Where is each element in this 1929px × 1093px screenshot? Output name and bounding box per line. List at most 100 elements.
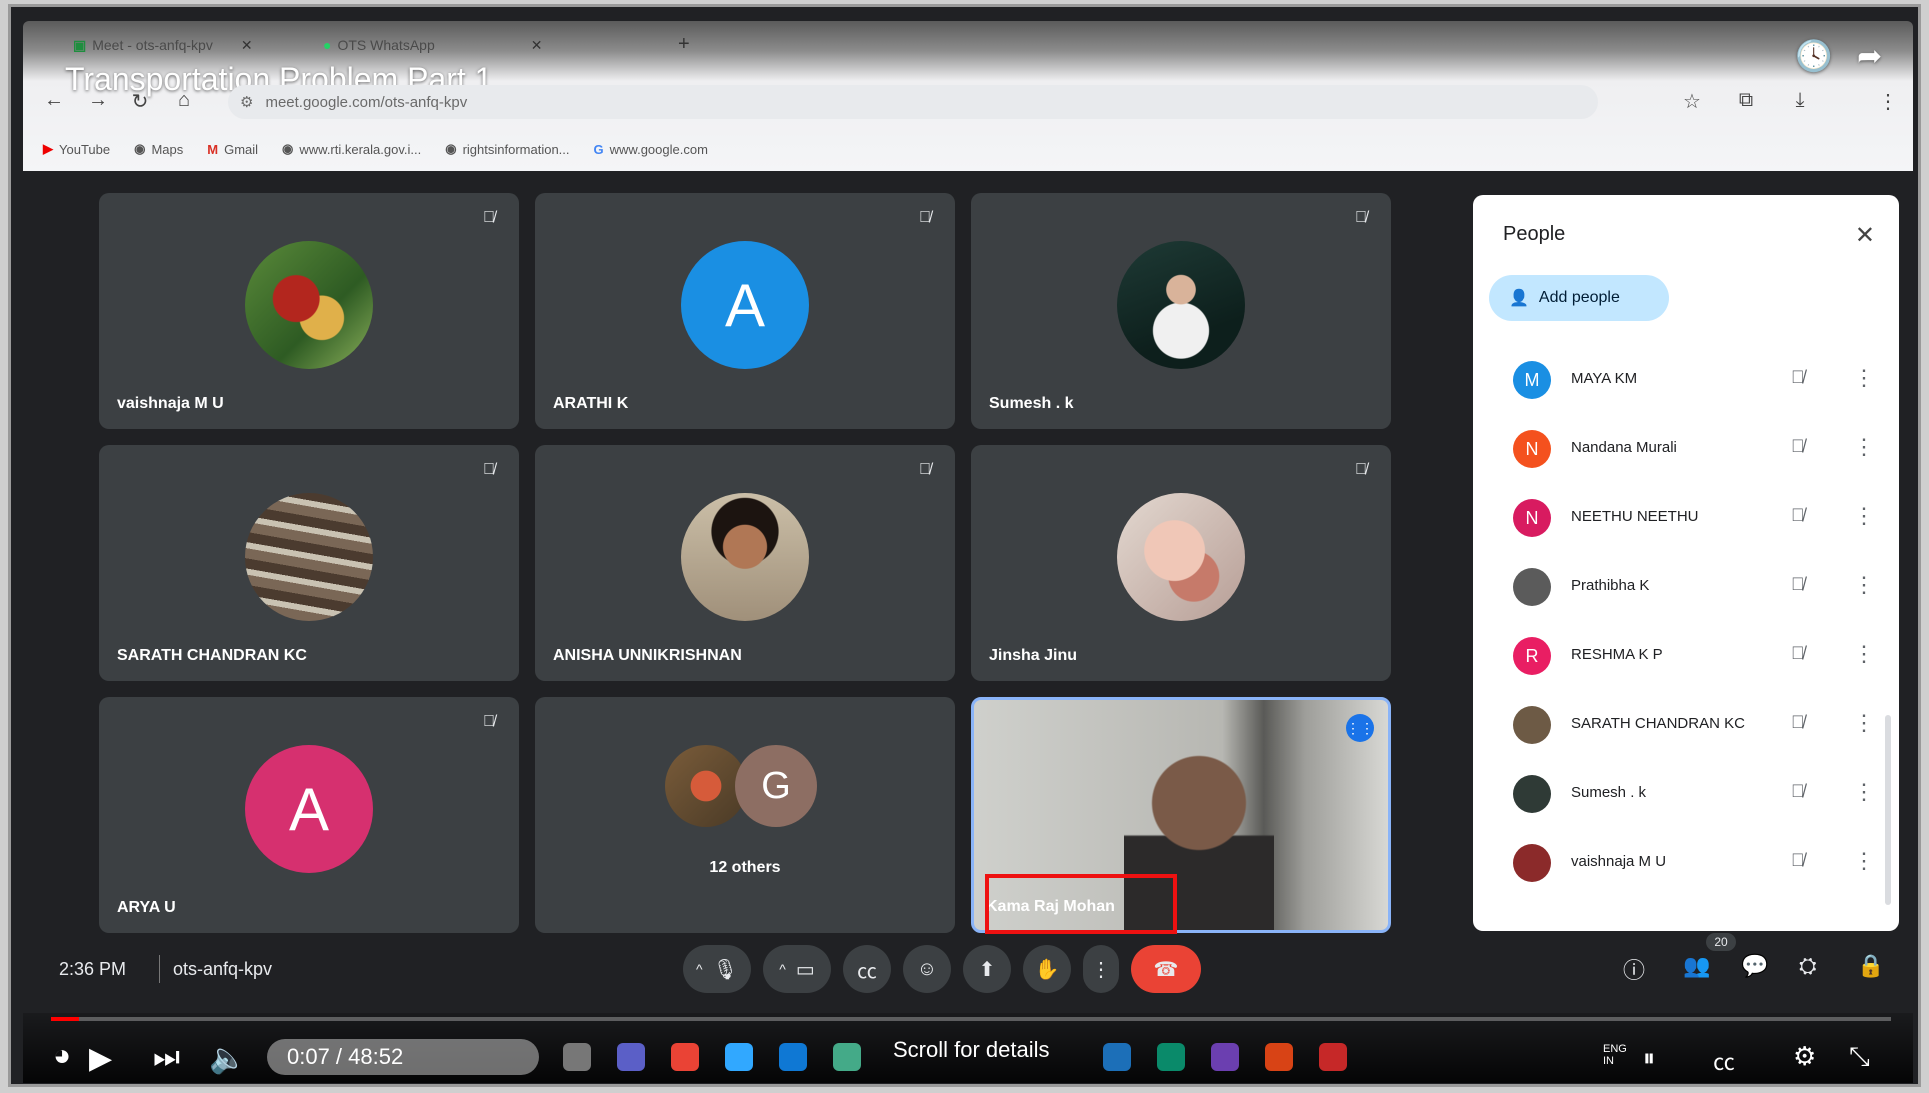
browser-menu-icon[interactable]: ⋮ xyxy=(1875,89,1901,114)
leave-call-button[interactable]: ☎ xyxy=(1131,945,1201,993)
participant-tile[interactable]: 🎙̸ vaishnaja M U xyxy=(99,193,519,429)
list-item[interactable]: N Nandana Murali 🎙̸ ⋮ xyxy=(1473,414,1899,483)
people-icon[interactable]: 👥 xyxy=(1683,953,1710,979)
participant-tile[interactable]: 🎙̸ SARATH CHANDRAN KC xyxy=(99,445,519,681)
info-icon[interactable]: ⓘ xyxy=(1623,953,1645,985)
progress-bar[interactable] xyxy=(51,1017,1891,1021)
list-item[interactable]: Prathibha K 🎙̸ ⋮ xyxy=(1473,552,1899,621)
participant-tile[interactable]: 🎙̸ ANISHA UNNIKRISHNAN xyxy=(535,445,955,681)
participant-tile[interactable]: 🎙̸ Jinsha Jinu xyxy=(971,445,1391,681)
taskbar-edge-icon[interactable] xyxy=(779,1043,807,1071)
taskbar-app-icon[interactable] xyxy=(617,1043,645,1071)
captions-button[interactable]: ㏄ xyxy=(843,945,891,993)
list-item[interactable]: SARATH CHANDRAN KC 🎙̸ ⋮ xyxy=(1473,690,1899,759)
taskbar-app-icon[interactable] xyxy=(833,1043,861,1071)
download-icon[interactable]: ⤓ xyxy=(1787,89,1813,112)
participant-tile[interactable]: 🎙̸ A ARYA U xyxy=(99,697,519,933)
autoplay-toggle-icon[interactable]: ⏸ xyxy=(1643,1045,1655,1073)
more-options-icon[interactable]: ⋮ xyxy=(1853,848,1875,874)
mic-off-icon: 🎙̸ xyxy=(1791,850,1805,870)
others-count: 12 others xyxy=(709,859,781,876)
others-tile[interactable]: G 12 others xyxy=(535,697,955,933)
volume-icon[interactable]: 🔈 xyxy=(209,1041,246,1076)
add-person-icon: 👤 xyxy=(1509,290,1529,307)
bookmark-google[interactable]: Gwww.google.com xyxy=(594,137,708,161)
chevron-up-icon: ^ xyxy=(779,961,786,977)
home-icon[interactable]: ⌂ xyxy=(171,89,197,112)
taskbar-app-icon[interactable] xyxy=(1157,1043,1185,1071)
avatar: G xyxy=(735,745,817,827)
list-item[interactable]: R RESHMA K P 🎙̸ ⋮ xyxy=(1473,621,1899,690)
bookmark-star-icon[interactable]: ☆ xyxy=(1679,89,1705,114)
bookmark-rti[interactable]: ◉ www.rti.kerala.gov.i... xyxy=(282,137,421,161)
taskbar-app-icon[interactable] xyxy=(1265,1043,1293,1071)
mic-off-icon: 🎙̸ xyxy=(1355,461,1367,478)
taskbar-app-icon[interactable] xyxy=(1103,1043,1131,1071)
bookmark-youtube[interactable]: ▶ YouTube xyxy=(43,137,110,161)
exit-fullscreen-icon[interactable]: ⤡ xyxy=(1849,1041,1870,1073)
avatar xyxy=(1513,706,1551,744)
more-options-icon[interactable]: ⋮ xyxy=(1853,365,1875,391)
list-item[interactable]: vaishnaja M U 🎙̸ ⋮ xyxy=(1473,828,1899,897)
bookmark-maps[interactable]: ◉ Maps xyxy=(134,137,183,161)
present-button[interactable]: ⬆ xyxy=(963,945,1011,993)
chat-icon[interactable]: 💬 xyxy=(1741,953,1768,979)
participant-name: ARYA U xyxy=(117,899,176,916)
raise-hand-button[interactable]: ✋ xyxy=(1023,945,1071,993)
participant-tile[interactable]: 🎙̸ A ARATHI K xyxy=(535,193,955,429)
bookmark-gmail[interactable]: M Gmail xyxy=(207,137,258,161)
list-item[interactable]: N NEETHU NEETHU 🎙̸ ⋮ xyxy=(1473,483,1899,552)
camera-button[interactable]: ^ ▭ xyxy=(763,945,831,993)
reload-icon[interactable]: ↻ xyxy=(127,89,153,114)
play-icon[interactable]: ▶ xyxy=(89,1041,112,1076)
taskbar-app-icon[interactable] xyxy=(725,1043,753,1071)
site-settings-icon[interactable]: ⚙ xyxy=(240,93,253,111)
captions-icon[interactable]: ㏄ xyxy=(1713,1045,1735,1077)
more-options-icon[interactable]: ⋮ xyxy=(1853,572,1875,598)
taskbar-chrome-icon[interactable] xyxy=(671,1043,699,1071)
participant-name: Prathibha K xyxy=(1571,577,1650,594)
more-options-button[interactable]: ⋮ xyxy=(1083,945,1119,993)
start-icon[interactable]: ◕ xyxy=(53,1039,71,1073)
taskbar-app-icon[interactable] xyxy=(1211,1043,1239,1071)
tab-meet[interactable]: ▣ Meet - ots-anfq-kpv ✕ xyxy=(73,31,253,59)
participant-tile[interactable]: 🎙̸ Sumesh . k xyxy=(971,193,1391,429)
video-player-controls: ◕ ▶ ⏭ 🔈 0:07 / 48:52 Scroll for details … xyxy=(23,1013,1913,1083)
forward-icon[interactable]: → xyxy=(85,89,111,112)
mic-off-icon: 🎙̸ xyxy=(1791,712,1805,732)
share-icon[interactable]: ➦ xyxy=(1857,39,1882,74)
add-people-button[interactable]: 👤 Add people xyxy=(1489,275,1669,321)
reactions-button[interactable]: ☺ xyxy=(903,945,951,993)
settings-gear-icon[interactable]: ⚙ xyxy=(1793,1041,1816,1072)
extension-icon[interactable]: ⧉ xyxy=(1733,89,1759,112)
avatar: M xyxy=(1513,361,1551,399)
scrollbar[interactable] xyxy=(1885,715,1891,905)
mic-button[interactable]: ^ 🎙 xyxy=(683,945,751,993)
taskbar-app-icon[interactable] xyxy=(563,1043,591,1071)
close-tab-icon[interactable]: ✕ xyxy=(531,37,543,54)
more-options-icon[interactable]: ⋮ xyxy=(1853,434,1875,460)
clock: 2:36 PM xyxy=(59,959,127,979)
host-controls-icon[interactable]: 🔒 xyxy=(1857,953,1884,979)
activities-icon[interactable]: ⛭ xyxy=(1799,953,1817,979)
language-indicator[interactable]: ENG IN xyxy=(1603,1043,1627,1067)
watch-later-icon[interactable]: 🕓 xyxy=(1795,39,1832,74)
emoji-icon: ☺ xyxy=(916,957,938,980)
close-tab-icon[interactable]: ✕ xyxy=(241,37,253,54)
back-icon[interactable]: ← xyxy=(41,89,67,112)
more-options-icon[interactable]: ⋮ xyxy=(1853,779,1875,805)
next-icon[interactable]: ⏭ xyxy=(153,1041,180,1075)
more-options-icon[interactable]: ⋮ xyxy=(1853,641,1875,667)
address-bar[interactable]: ⚙ meet.google.com/ots-anfq-kpv xyxy=(228,85,1598,119)
url-text: meet.google.com/ots-anfq-kpv xyxy=(265,93,468,111)
list-item[interactable]: M MAYA KM 🎙̸ ⋮ xyxy=(1473,345,1899,414)
taskbar-app-icon[interactable] xyxy=(1319,1043,1347,1071)
more-options-icon[interactable]: ⋮ xyxy=(1853,503,1875,529)
bookmark-rights[interactable]: ◉ rightsinformation... xyxy=(445,137,569,161)
more-options-icon[interactable]: ⋮ xyxy=(1853,710,1875,736)
list-item[interactable]: Sumesh . k 🎙̸ ⋮ xyxy=(1473,759,1899,828)
new-tab-icon[interactable]: + xyxy=(678,33,690,56)
close-icon[interactable]: ✕ xyxy=(1855,221,1875,250)
participant-name: NEETHU NEETHU xyxy=(1571,508,1699,525)
tab-whatsapp[interactable]: ● OTS WhatsApp ✕ xyxy=(323,31,542,59)
